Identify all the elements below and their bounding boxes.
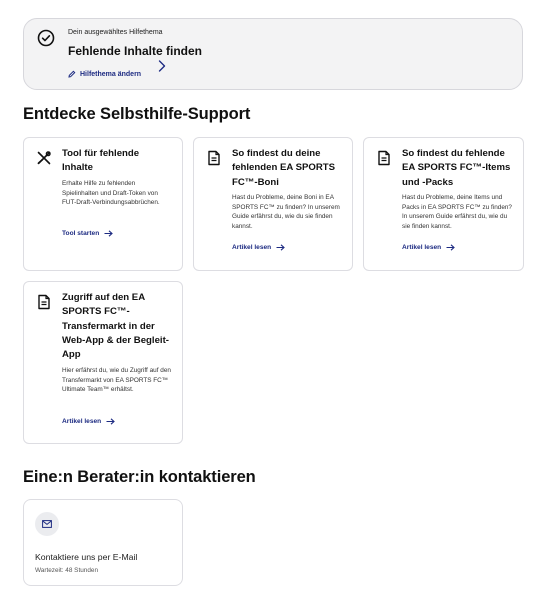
read-article-link[interactable]: Artikel lesen: [402, 244, 456, 251]
email-contact-label: Kontaktiere uns per E-Mail: [35, 552, 138, 562]
arrow-right-icon: [106, 418, 116, 425]
document-icon: [38, 294, 50, 310]
arrow-right-icon: [446, 244, 456, 251]
chevron-right-icon[interactable]: [158, 60, 166, 72]
selected-topic-card: Dein ausgewähltes Hilfethema Fehlende In…: [23, 18, 523, 90]
document-icon: [378, 150, 390, 166]
arrow-right-icon: [104, 230, 114, 237]
cta-label: Tool starten: [62, 230, 100, 237]
card-description: Hier erfährst du, wie du Zugriff auf den…: [62, 367, 171, 394]
cta-label: Artikel lesen: [232, 244, 272, 251]
selected-topic-title: Fehlende Inhalte finden: [68, 44, 203, 58]
tools-icon: [37, 151, 51, 165]
check-circle-icon: [37, 29, 55, 47]
document-icon: [208, 150, 220, 166]
card-title: Zugriff auf den EA SPORTS FC™-Transferma…: [62, 292, 169, 361]
arrow-right-icon: [276, 244, 286, 251]
contact-heading: Eine:n Berater:in kontaktieren: [23, 468, 256, 486]
card-description: Hast du Probleme, deine Items und Packs …: [402, 194, 512, 230]
email-contact-card[interactable]: Kontaktiere uns per E-Mail Wartezeit: 48…: [23, 499, 183, 586]
change-topic-label: Hilfethema ändern: [80, 70, 142, 78]
tool-start-link[interactable]: Tool starten: [62, 230, 114, 237]
read-article-link[interactable]: Artikel lesen: [62, 418, 116, 425]
mail-icon: [42, 520, 52, 528]
card-description: Hast du Probleme, deine Boni in EA SPORT…: [232, 194, 340, 230]
card-description: Erhalte Hilfe zu fehlenden Spielinhalten…: [62, 180, 160, 207]
selfhelp-card-boni[interactable]: So findest du deine fehlenden EA SPORTS …: [193, 137, 353, 271]
mail-icon-badge: [35, 512, 59, 536]
read-article-link[interactable]: Artikel lesen: [232, 244, 286, 251]
selfhelp-card-tool[interactable]: Tool für fehlende Inhalte Erhalte Hilfe …: [23, 137, 183, 271]
card-title: So findest du fehlende EA SPORTS FC™-Ite…: [402, 148, 511, 188]
selfhelp-card-transfermarkt[interactable]: Zugriff auf den EA SPORTS FC™-Transferma…: [23, 281, 183, 444]
cta-label: Artikel lesen: [62, 418, 102, 425]
selected-topic-caption: Dein ausgewähltes Hilfethema: [68, 29, 163, 36]
pencil-icon: [68, 70, 76, 78]
change-topic-link[interactable]: Hilfethema ändern: [68, 70, 141, 78]
cta-label: Artikel lesen: [402, 244, 442, 251]
wait-time: Wartezeit: 48 Stunden: [35, 567, 98, 574]
selfhelp-card-items[interactable]: So findest du fehlende EA SPORTS FC™-Ite…: [363, 137, 524, 271]
card-title: So findest du deine fehlenden EA SPORTS …: [232, 148, 336, 188]
card-title: Tool für fehlende Inhalte: [62, 148, 140, 174]
selfhelp-heading: Entdecke Selbsthilfe-Support: [23, 105, 251, 123]
